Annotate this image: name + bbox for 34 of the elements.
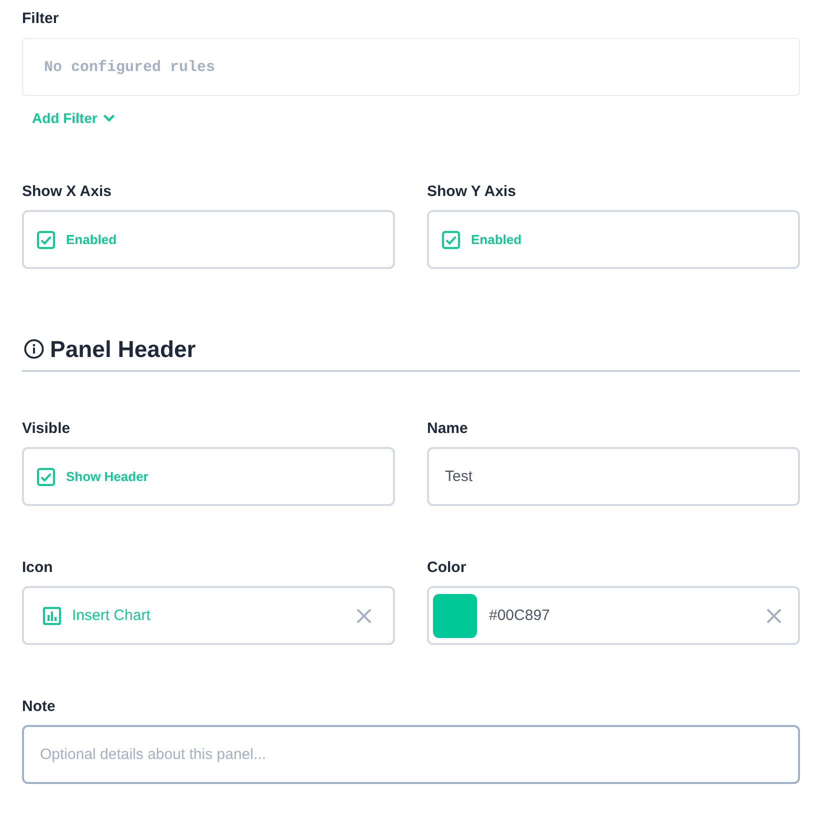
checkbox-label: Enabled — [66, 232, 117, 247]
note-input[interactable]: Optional details about this panel... — [22, 725, 800, 784]
checkbox-field[interactable]: Show Header — [22, 447, 395, 506]
field-label: Show X Axis — [22, 182, 112, 202]
field-label: Color — [427, 558, 468, 578]
color-value-text: #00C897 — [489, 607, 551, 624]
field-label: Name — [427, 419, 469, 439]
checkbox-icon[interactable] — [37, 230, 55, 248]
color-swatch-icon[interactable] — [433, 594, 477, 638]
checkbox-field[interactable]: Enabled — [427, 210, 800, 269]
clear-button[interactable] — [766, 608, 782, 624]
checkbox-icon[interactable] — [37, 468, 55, 486]
checkbox-label: Enabled — [471, 232, 522, 247]
close-icon — [766, 608, 782, 624]
checkbox-field[interactable]: Enabled — [22, 210, 395, 269]
field-label: Visible — [22, 419, 72, 439]
field-label: Filter — [22, 9, 60, 29]
field-label: Show Y Axis — [427, 182, 517, 202]
checkbox-icon[interactable] — [442, 230, 460, 248]
section-heading: Panel Header — [50, 335, 196, 364]
icon-select-field[interactable]: Insert Chart — [22, 586, 395, 645]
clear-button[interactable] — [356, 608, 372, 624]
info-icon — [24, 339, 44, 359]
bar-chart-icon — [43, 606, 61, 624]
caret-icon — [103, 114, 116, 122]
close-icon — [356, 608, 372, 624]
add-filter-button[interactable]: Add Filter — [32, 106, 116, 130]
color-picker-field[interactable]: #00C897 — [427, 586, 800, 645]
field-label: Icon — [22, 558, 54, 578]
checkbox-label: Show Header — [66, 469, 148, 484]
field-label: Note — [22, 697, 56, 717]
text-input[interactable]: Test — [427, 447, 800, 506]
icon-name-text: Insert Chart — [72, 607, 152, 624]
empty-rules-text: No configured rules — [44, 58, 216, 76]
